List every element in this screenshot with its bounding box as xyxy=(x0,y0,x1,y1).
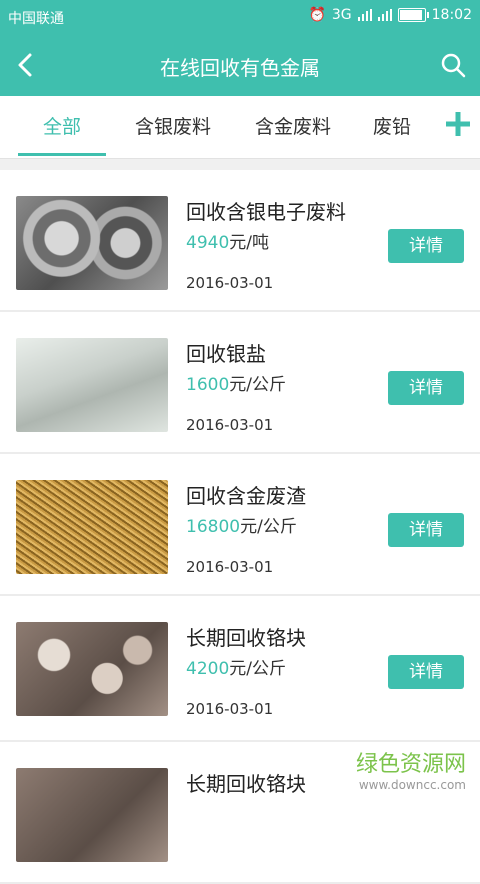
details-button[interactable]: 详情 xyxy=(388,513,464,547)
app-bar: 在线回收有色金属 xyxy=(0,34,480,96)
list-item[interactable]: 回收含银电子废料 4940元/吨 2016-03-01 详情 xyxy=(0,170,480,312)
price-unit: 元/吨 xyxy=(229,233,269,253)
product-name: 回收含金废渣 xyxy=(186,484,306,508)
add-icon[interactable] xyxy=(444,110,472,138)
details-button[interactable]: 详情 xyxy=(388,229,464,263)
product-price: 1600元/公斤 xyxy=(186,370,286,395)
tab-silver-scrap[interactable]: 含银废料 xyxy=(120,96,226,158)
price-value: 16800 xyxy=(186,517,241,537)
product-name: 回收银盐 xyxy=(186,342,266,366)
status-bar: 中国联通 ⏰ 3G 18:02 xyxy=(0,0,480,34)
product-price: 16800元/公斤 xyxy=(186,512,297,537)
product-date: 2016-03-01 xyxy=(186,274,274,292)
details-button[interactable]: 详情 xyxy=(388,655,464,689)
price-value: 1600 xyxy=(186,375,230,395)
product-name: 回收含银电子废料 xyxy=(186,200,346,224)
alarm-icon: ⏰ xyxy=(308,7,326,23)
signal-icon xyxy=(357,9,372,21)
search-icon[interactable] xyxy=(438,50,468,80)
page-title: 在线回收有色金属 xyxy=(160,56,320,80)
product-price: 4940元/吨 xyxy=(186,228,269,253)
price-unit: 元/公斤 xyxy=(229,659,286,679)
price-value: 4940 xyxy=(186,233,230,253)
product-image xyxy=(16,768,168,862)
product-image xyxy=(16,338,168,432)
price-unit: 元/公斤 xyxy=(240,517,297,537)
watermark-url: www.downcc.com xyxy=(358,778,466,792)
product-image xyxy=(16,622,168,716)
product-name: 长期回收铬块 xyxy=(186,772,306,796)
network-type: 3G xyxy=(331,7,352,23)
product-name: 长期回收铬块 xyxy=(186,626,306,650)
watermark: 绿色资源网 www.downcc.com xyxy=(356,746,466,792)
product-date: 2016-03-01 xyxy=(186,558,274,576)
category-tabs: 全部 含银废料 含金废料 废铅 xyxy=(0,96,480,159)
tab-gold-scrap[interactable]: 含金废料 xyxy=(240,96,346,158)
carrier-name: 中国联通 xyxy=(8,11,64,27)
price-unit: 元/公斤 xyxy=(229,375,286,395)
product-date: 2016-03-01 xyxy=(186,700,274,718)
product-date: 2016-03-01 xyxy=(186,416,274,434)
product-image xyxy=(16,196,168,290)
watermark-title: 绿色资源网 xyxy=(355,752,466,777)
price-value: 4200 xyxy=(186,659,230,679)
product-image xyxy=(16,480,168,574)
list-item[interactable]: 长期回收铬块 4200元/公斤 2016-03-01 详情 xyxy=(0,596,480,742)
battery-icon xyxy=(397,8,429,22)
list-item[interactable]: 回收银盐 1600元/公斤 2016-03-01 详情 xyxy=(0,312,480,454)
details-button[interactable]: 详情 xyxy=(388,371,464,405)
product-price: 4200元/公斤 xyxy=(186,654,286,679)
tab-all[interactable]: 全部 xyxy=(18,96,106,158)
clock: 18:02 xyxy=(431,7,472,23)
list-item[interactable]: 回收含金废渣 16800元/公斤 2016-03-01 详情 xyxy=(0,454,480,596)
tab-waste-lead[interactable]: 废铅 xyxy=(364,96,420,158)
signal-icon-2 xyxy=(377,9,392,21)
